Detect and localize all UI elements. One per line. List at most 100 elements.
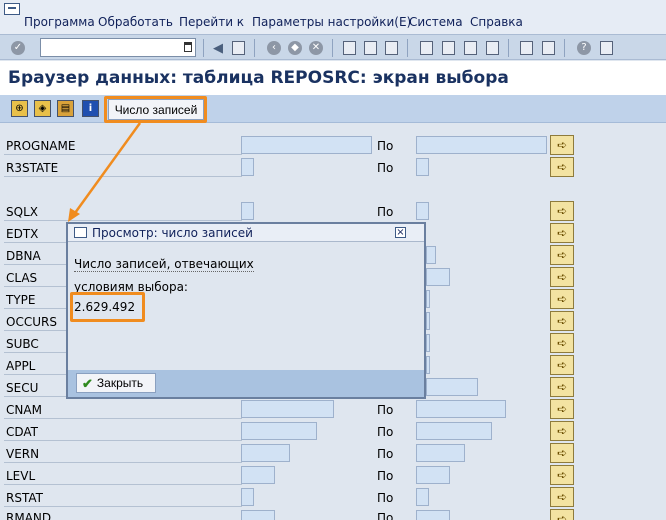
enter-icon[interactable]: ✓ — [10, 40, 26, 56]
range-to-label: По — [377, 447, 394, 461]
field-label: SECU — [6, 381, 39, 395]
multiple-selection-button[interactable]: ➪ — [550, 421, 574, 441]
menu-item-system[interactable]: Система — [409, 15, 463, 29]
field-label: SQLX — [6, 205, 38, 219]
toolbar-separator — [203, 39, 204, 57]
save-variant-icon[interactable]: ▤ — [57, 100, 74, 117]
field-to-input[interactable] — [416, 136, 547, 154]
close-button-label: Закрыть — [96, 376, 144, 390]
last-page-icon[interactable] — [484, 40, 500, 56]
window-menu-icon[interactable] — [4, 3, 20, 15]
multiple-selection-button[interactable]: ➪ — [550, 311, 574, 331]
field-to-input[interactable] — [426, 290, 430, 308]
field-to-input[interactable] — [426, 268, 450, 286]
menu-item-program[interactable]: Программа — [24, 15, 95, 29]
field-label: DBNA — [6, 249, 41, 263]
field-label: SUBC — [6, 337, 39, 351]
menu-item-goto[interactable]: Перейти к — [179, 15, 244, 29]
field-underline — [4, 220, 242, 221]
field-underline — [4, 462, 242, 463]
field-to-input[interactable] — [426, 334, 430, 352]
shortcut-icon[interactable] — [540, 40, 556, 56]
field-from-input[interactable] — [241, 158, 254, 176]
menu-item-settings[interactable]: Параметры настройки(E) — [252, 15, 411, 29]
find-icon[interactable] — [362, 40, 378, 56]
field-to-input[interactable] — [426, 378, 478, 396]
multiple-selection-button[interactable]: ➪ — [550, 355, 574, 375]
toolbar-separator — [407, 39, 408, 57]
multiple-selection-button[interactable]: ➪ — [550, 201, 574, 221]
field-to-input[interactable] — [416, 510, 450, 520]
field-underline — [4, 506, 242, 507]
field-to-input[interactable] — [416, 488, 429, 506]
info-icon[interactable]: i — [82, 100, 99, 117]
find-next-icon[interactable] — [383, 40, 399, 56]
first-page-icon[interactable] — [418, 40, 434, 56]
multiple-selection-button[interactable]: ➪ — [550, 267, 574, 287]
multiple-selection-button[interactable]: ➪ — [550, 135, 574, 155]
field-from-input[interactable] — [241, 466, 275, 484]
field-from-input[interactable] — [241, 422, 317, 440]
field-underline — [4, 440, 242, 441]
next-page-icon[interactable] — [462, 40, 478, 56]
close-icon[interactable]: × — [395, 227, 406, 238]
multiple-selection-button[interactable]: ➪ — [550, 399, 574, 419]
field-to-input[interactable] — [416, 444, 465, 462]
back-icon[interactable]: ‹ — [266, 40, 282, 56]
multiple-selection-button[interactable]: ➪ — [550, 377, 574, 397]
field-to-input[interactable] — [426, 246, 436, 264]
field-underline — [4, 418, 242, 419]
help-icon[interactable]: ? — [576, 40, 592, 56]
multiple-selection-button[interactable]: ➪ — [550, 487, 574, 507]
toolbar-separator — [254, 39, 255, 57]
field-to-input[interactable] — [426, 356, 430, 374]
field-from-input[interactable] — [241, 488, 254, 506]
field-label: TYPE — [6, 293, 36, 307]
dropdown-icon[interactable] — [184, 42, 192, 52]
field-to-input[interactable] — [416, 158, 429, 176]
field-from-input[interactable] — [241, 202, 254, 220]
execute-icon[interactable]: ⊕ — [11, 100, 28, 117]
print-icon[interactable] — [341, 40, 357, 56]
range-to-label: По — [377, 161, 394, 175]
multiple-selection-button[interactable]: ➪ — [550, 289, 574, 309]
multiple-selection-button[interactable]: ➪ — [550, 443, 574, 463]
cancel-icon[interactable]: ✕ — [308, 40, 324, 56]
checkmark-icon: ✔ — [82, 375, 93, 391]
field-to-input[interactable] — [416, 202, 429, 220]
layout-icon[interactable] — [598, 40, 614, 56]
field-to-input[interactable] — [416, 400, 506, 418]
menu-item-edit[interactable]: Обработать — [98, 15, 173, 29]
command-field[interactable] — [40, 38, 196, 57]
previous-page-icon[interactable] — [440, 40, 456, 56]
field-label: VERN — [6, 447, 40, 461]
range-to-label: По — [377, 511, 394, 520]
dialog-title-bar: Просмотр: число записей × — [68, 224, 424, 242]
selection-options-icon[interactable]: ◈ — [34, 100, 51, 117]
multiple-selection-button[interactable]: ➪ — [550, 333, 574, 353]
field-to-input[interactable] — [416, 422, 492, 440]
multiple-selection-button[interactable]: ➪ — [550, 509, 574, 520]
dialog-title: Просмотр: число записей — [92, 226, 253, 240]
save-icon[interactable] — [230, 40, 246, 56]
multiple-selection-button[interactable]: ➪ — [550, 223, 574, 243]
field-from-input[interactable] — [241, 400, 334, 418]
close-button[interactable]: ✔ Закрыть — [76, 373, 156, 393]
field-from-input[interactable] — [241, 136, 372, 154]
field-from-input[interactable] — [241, 510, 275, 520]
menu-item-help[interactable]: Справка — [470, 15, 523, 29]
field-label: R3STATE — [6, 161, 59, 175]
new-session-icon[interactable] — [518, 40, 534, 56]
field-to-input[interactable] — [416, 466, 450, 484]
record-count-dialog: Просмотр: число записей × Число записей,… — [66, 222, 426, 399]
multiple-selection-button[interactable]: ➪ — [550, 157, 574, 177]
range-to-label: По — [377, 469, 394, 483]
field-to-input[interactable] — [426, 312, 430, 330]
multiple-selection-button[interactable]: ➪ — [550, 465, 574, 485]
field-from-input[interactable] — [241, 444, 290, 462]
exit-icon[interactable]: ◆ — [287, 40, 303, 56]
back-arrow-icon[interactable]: ◀ — [210, 40, 226, 56]
field-label: PROGNAME — [6, 139, 76, 153]
field-label: LEVL — [6, 469, 36, 483]
multiple-selection-button[interactable]: ➪ — [550, 245, 574, 265]
